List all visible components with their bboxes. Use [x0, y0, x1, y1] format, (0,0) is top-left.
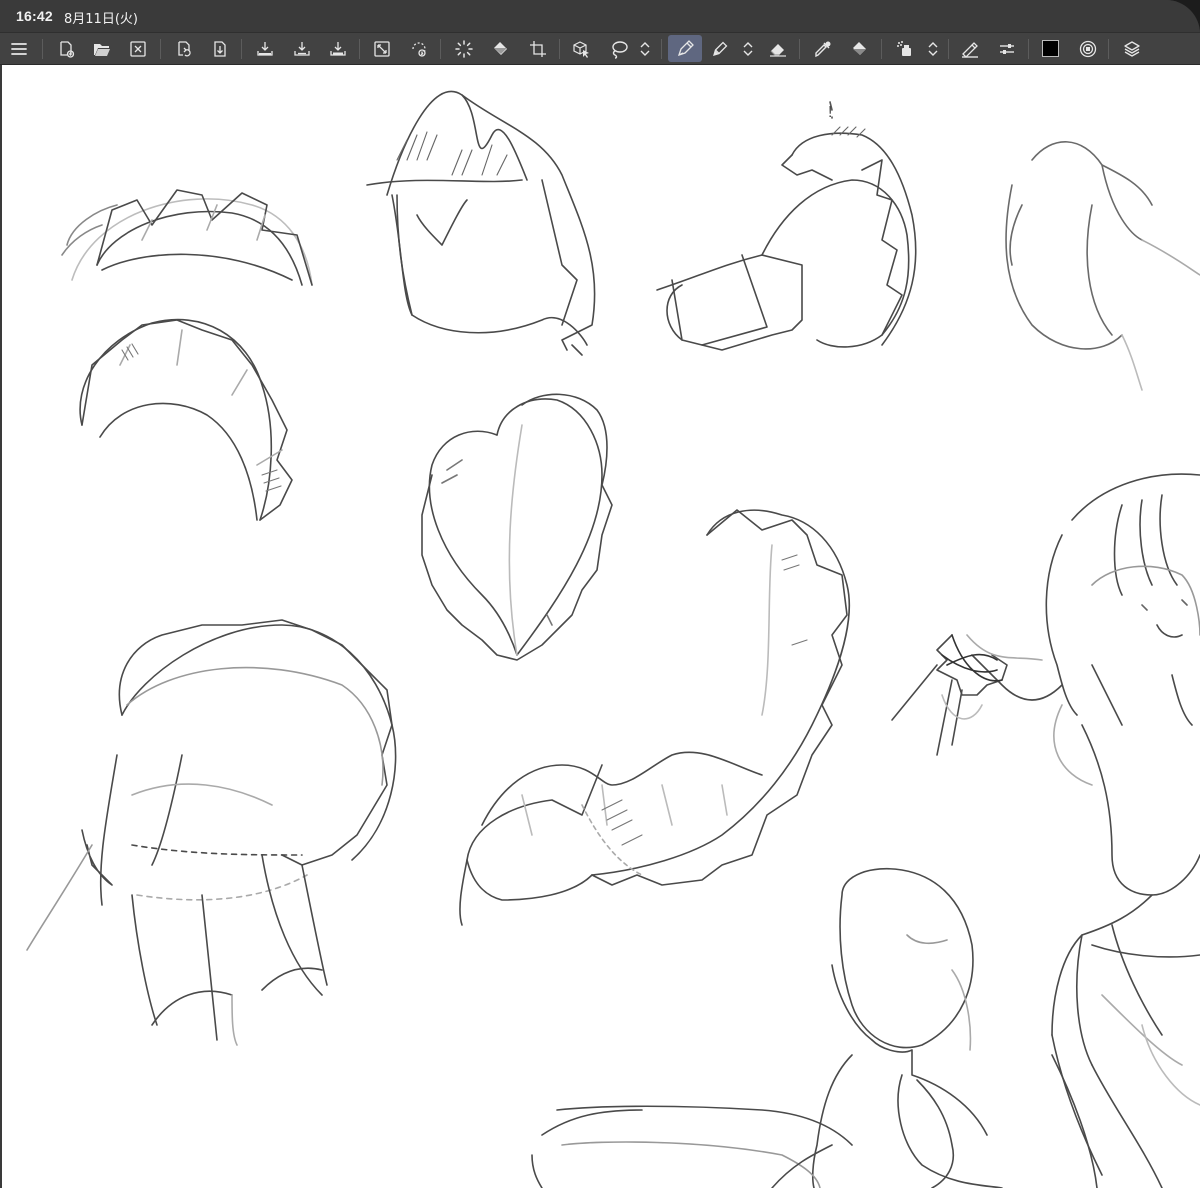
sketch-ribbon-frill	[459, 509, 851, 926]
loading-icon[interactable]	[449, 35, 479, 62]
status-time: 16:42	[16, 8, 53, 24]
close-file-icon[interactable]	[123, 35, 153, 62]
drawing-canvas[interactable]: !	[2, 65, 1200, 1188]
sketch-sleeve-frill	[366, 90, 596, 356]
bucket-icon[interactable]	[845, 35, 875, 62]
status-date: 8月11日(火)	[64, 12, 138, 27]
settings-sliders-icon[interactable]	[992, 35, 1022, 62]
toolbar-divider	[1028, 39, 1029, 59]
export-icon[interactable]	[250, 35, 280, 62]
sketch-standing-figure	[891, 473, 1200, 1188]
eraser-icon[interactable]	[763, 35, 793, 62]
toolbar-divider	[881, 39, 882, 59]
toolbar-divider	[661, 39, 662, 59]
toolbar	[0, 32, 1200, 65]
lasso-icon[interactable]	[604, 35, 634, 62]
ruler-pen-icon[interactable]	[955, 35, 985, 62]
brush-switch-chevron-icon[interactable]	[737, 35, 759, 62]
sketch-shoulder	[1005, 141, 1200, 391]
sketch-annotation: !	[828, 104, 832, 121]
redo-icon[interactable]	[205, 35, 235, 62]
pencil-tool-icon[interactable]	[705, 35, 735, 62]
tool-switch-chevron-icon[interactable]	[634, 35, 656, 62]
download-icon[interactable]	[287, 35, 317, 62]
eyedropper-icon[interactable]	[808, 35, 838, 62]
airbrush-switch-chevron-icon[interactable]	[922, 35, 944, 62]
color-wheel-icon[interactable]	[1073, 35, 1103, 62]
menu-icon[interactable]	[4, 35, 34, 62]
sketch-artwork: !	[26, 90, 1200, 1188]
toolbar-divider	[241, 39, 242, 59]
toolbar-divider	[799, 39, 800, 59]
airbrush-icon[interactable]	[890, 35, 920, 62]
object-select-icon[interactable]	[566, 35, 596, 62]
transform-icon[interactable]	[523, 35, 553, 62]
sketch-seated-figure	[531, 867, 1003, 1188]
sketch-garter-frill	[26, 619, 397, 1046]
fill-tool-icon[interactable]	[486, 35, 516, 62]
toolbar-divider	[1108, 39, 1109, 59]
layers-icon[interactable]	[1117, 35, 1147, 62]
sketch-frill-arc-1	[61, 189, 313, 286]
new-canvas-icon[interactable]	[51, 35, 81, 62]
rotate-view-icon[interactable]	[404, 35, 434, 62]
fit-view-icon[interactable]	[367, 35, 397, 62]
sketch-heart-frill	[421, 393, 613, 661]
sketch-frill-arc-2	[79, 318, 293, 521]
save-icon[interactable]	[323, 35, 353, 62]
status-bar: 16:42 8月11日(火)	[0, 0, 1200, 32]
undo-icon[interactable]	[169, 35, 199, 62]
toolbar-divider	[42, 39, 43, 59]
app-window: 16:42 8月11日(火) !	[0, 0, 1200, 1188]
color-swatch[interactable]	[1042, 40, 1059, 57]
sketch-wrist-cuff	[656, 101, 917, 351]
toolbar-divider	[359, 39, 360, 59]
pen-tool-icon[interactable]	[668, 35, 702, 62]
toolbar-divider	[948, 39, 949, 59]
toolbar-divider	[440, 39, 441, 59]
open-file-icon[interactable]	[87, 35, 117, 62]
toolbar-divider	[160, 39, 161, 59]
toolbar-divider	[559, 39, 560, 59]
